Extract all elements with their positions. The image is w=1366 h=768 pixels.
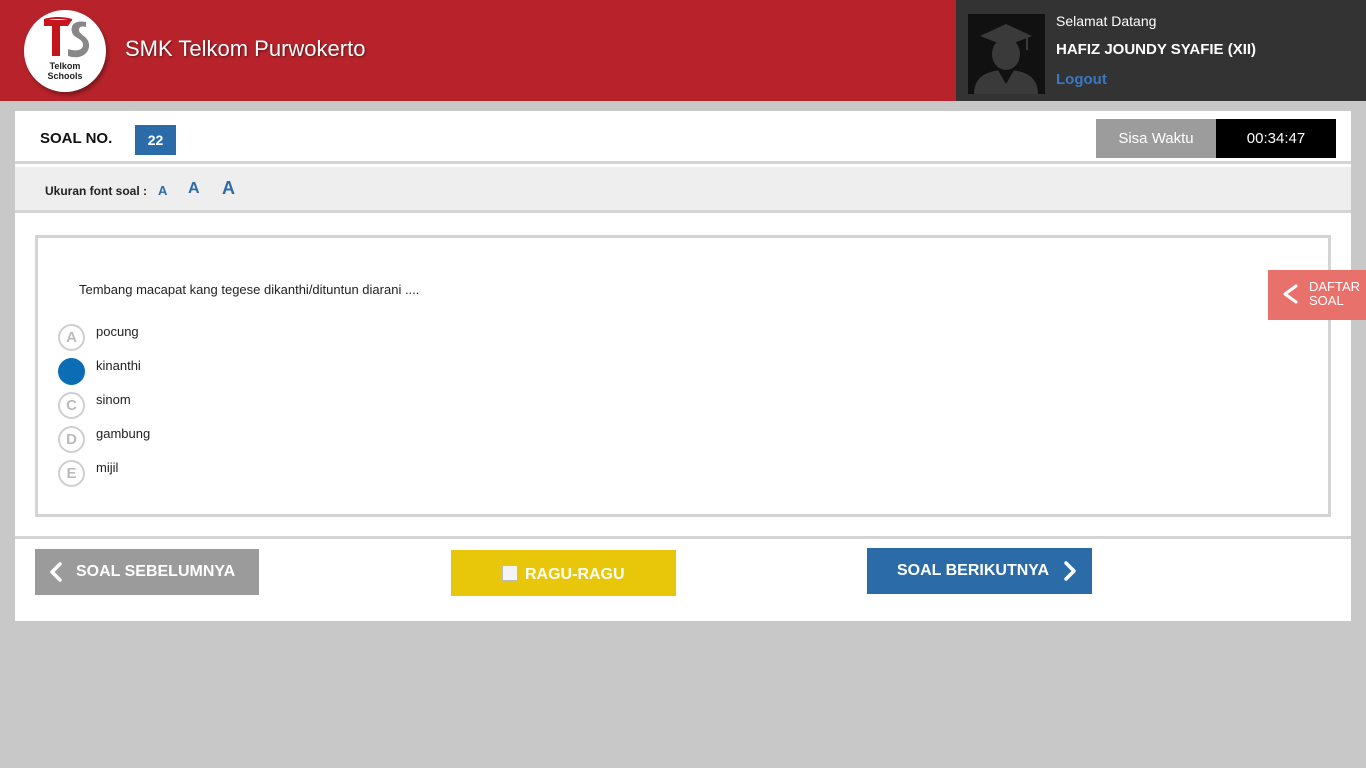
answer-option-b[interactable]: kinanthi [58, 358, 458, 388]
doubtful-button[interactable]: RAGU-RAGU [451, 550, 676, 596]
answer-option-e[interactable]: E mijil [58, 460, 458, 490]
username: HAFIZ JOUNDY SYAFIE (XII) [1056, 41, 1257, 58]
next-question-button[interactable]: SOAL BERIKUTNYA [867, 548, 1092, 594]
option-text-d: gambung [96, 426, 151, 441]
font-size-medium-button[interactable]: A [188, 180, 200, 198]
school-logo: Telkom Schools [24, 10, 106, 92]
graduate-avatar-icon [968, 14, 1045, 94]
option-text-a: pocung [96, 324, 139, 339]
font-size-label: Ukuran font soal : [45, 184, 148, 198]
font-size-large-button[interactable]: A [222, 178, 235, 199]
option-radio-c[interactable]: C [58, 392, 85, 419]
exam-panel: SOAL NO. 22 Sisa Waktu 00:34:47 Ukuran f… [15, 111, 1351, 621]
option-radio-e[interactable]: E [58, 460, 85, 487]
question-box: Tembang macapat kang tegese dikanthi/dit… [35, 235, 1331, 517]
doubtful-label: RAGU-RAGU [525, 566, 625, 583]
timer-label: Sisa Waktu [1096, 119, 1216, 158]
next-question-label: SOAL BERIKUTNYA [897, 562, 1050, 579]
font-size-bar: Ukuran font soal : A A A [15, 167, 1351, 213]
logo-text: Telkom Schools [24, 61, 106, 81]
question-text: Tembang macapat kang tegese dikanthi/dit… [79, 282, 420, 297]
option-text-c: sinom [96, 392, 131, 407]
logout-link[interactable]: Logout [1056, 71, 1107, 88]
school-name: SMK Telkom Purwokerto [125, 36, 366, 61]
top-header: Telkom Schools SMK Telkom Purwokerto Sel… [0, 0, 1366, 101]
chevron-left-icon [1283, 284, 1298, 304]
question-number-label: SOAL NO. [40, 130, 113, 147]
doubtful-checkbox[interactable] [502, 565, 518, 581]
brand-bar: Telkom Schools SMK Telkom Purwokerto [0, 0, 956, 101]
option-radio-a[interactable]: A [58, 324, 85, 351]
welcome-text: Selamat Datang [1056, 13, 1157, 29]
option-radio-b-selected[interactable] [58, 358, 85, 385]
question-list-label-line2: SOAL [1309, 293, 1344, 308]
divider [15, 536, 1351, 539]
timer-value: 00:34:47 [1216, 119, 1336, 158]
answer-option-c[interactable]: C sinom [58, 392, 458, 422]
question-header: SOAL NO. 22 Sisa Waktu 00:34:47 [15, 111, 1351, 164]
question-number-badge: 22 [135, 125, 176, 155]
chevron-left-icon [50, 562, 62, 582]
option-radio-d[interactable]: D [58, 426, 85, 453]
logo-text-line1: Telkom [49, 61, 81, 71]
answer-option-a[interactable]: A pocung [58, 324, 458, 354]
question-list-tab[interactable]: DAFTAR SOAL [1268, 270, 1366, 320]
user-panel: Selamat Datang HAFIZ JOUNDY SYAFIE (XII)… [956, 0, 1366, 101]
previous-question-label: SOAL SEBELUMNYA [76, 563, 236, 580]
option-text-e: mijil [96, 460, 119, 475]
avatar [968, 14, 1045, 94]
chevron-right-icon [1064, 561, 1076, 581]
logo-text-line2: Schools [47, 71, 83, 81]
telkom-schools-logo-icon [43, 17, 90, 58]
answer-option-d[interactable]: D gambung [58, 426, 458, 456]
option-text-b: kinanthi [96, 358, 141, 373]
previous-question-button[interactable]: SOAL SEBELUMNYA [35, 549, 259, 595]
question-list-label-line1: DAFTAR [1309, 279, 1361, 294]
font-size-small-button[interactable]: A [158, 183, 167, 198]
